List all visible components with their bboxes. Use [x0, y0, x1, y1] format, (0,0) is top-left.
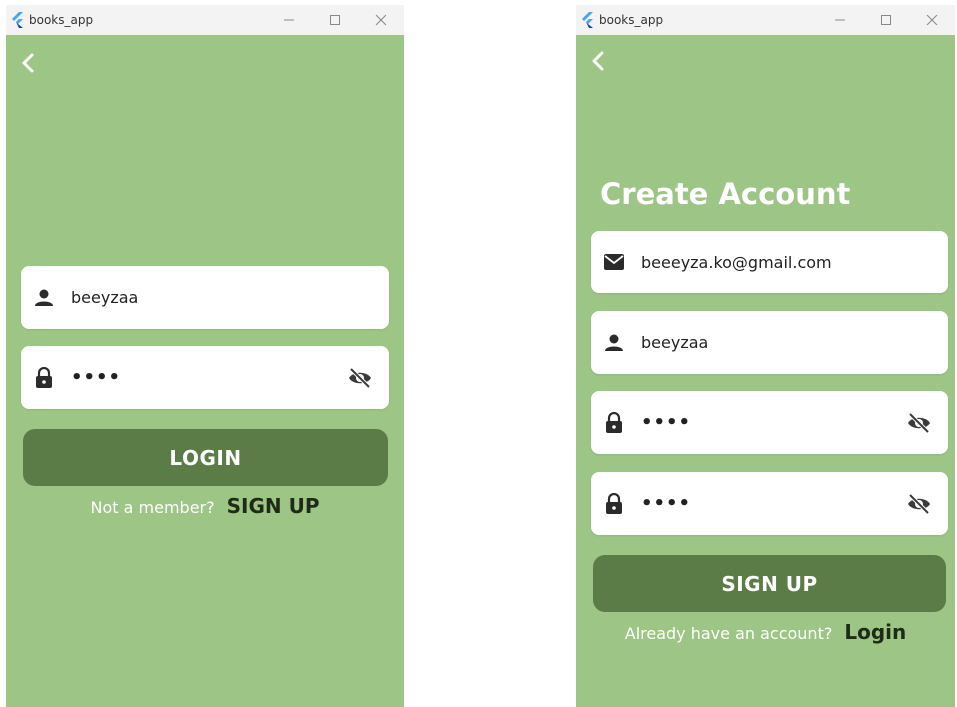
- login-window: books_app beeyzaa •••• LOGIN Not a membe…: [6, 5, 404, 707]
- signup-link[interactable]: SIGN UP: [227, 494, 320, 518]
- already-account-text: Already have an account?: [624, 624, 833, 643]
- password-field[interactable]: ••••: [591, 391, 948, 454]
- flutter-logo-icon: [10, 12, 26, 28]
- signup-prompt-row: Not a member? SIGN UP: [6, 494, 404, 518]
- username-value[interactable]: beeyzaa: [641, 333, 948, 352]
- person-icon: [603, 332, 625, 354]
- back-button[interactable]: [584, 47, 612, 75]
- login-prompt-row: Already have an account? Login: [576, 620, 955, 644]
- password-value[interactable]: ••••: [71, 367, 347, 388]
- password-field[interactable]: ••••: [21, 346, 389, 409]
- chevron-left-icon: [592, 51, 604, 71]
- login-button[interactable]: LOGIN: [23, 429, 388, 486]
- maximize-icon[interactable]: [312, 5, 358, 35]
- email-value[interactable]: beeeyza.ko@gmail.com: [641, 253, 948, 272]
- window-title: books_app: [29, 13, 94, 27]
- confirm-password-field[interactable]: ••••: [591, 472, 948, 535]
- email-field[interactable]: beeeyza.ko@gmail.com: [591, 231, 948, 293]
- page-title: Create Account: [600, 177, 851, 211]
- flutter-logo-icon: [580, 12, 596, 28]
- maximize-icon[interactable]: [863, 5, 909, 35]
- eye-off-icon[interactable]: [906, 491, 932, 517]
- lock-icon: [603, 411, 625, 434]
- mail-icon: [603, 251, 625, 273]
- login-link[interactable]: Login: [844, 620, 906, 644]
- window-title: books_app: [599, 13, 664, 27]
- title-bar[interactable]: books_app: [576, 5, 955, 35]
- eye-off-icon[interactable]: [347, 365, 373, 391]
- close-icon[interactable]: [909, 5, 955, 35]
- person-icon: [33, 287, 55, 309]
- back-button[interactable]: [14, 49, 42, 77]
- chevron-left-icon: [22, 53, 34, 73]
- title-bar[interactable]: books_app: [6, 5, 404, 35]
- password-value[interactable]: ••••: [641, 412, 906, 433]
- not-member-text: Not a member?: [90, 498, 215, 517]
- lock-icon: [33, 366, 55, 389]
- signup-window: books_app Create Account beeeyza.ko@gmai…: [576, 5, 955, 707]
- minimize-icon[interactable]: [266, 5, 312, 35]
- confirm-password-value[interactable]: ••••: [641, 493, 906, 514]
- eye-off-icon[interactable]: [906, 410, 932, 436]
- username-field[interactable]: beeyzaa: [591, 311, 948, 374]
- lock-icon: [603, 492, 625, 515]
- username-value[interactable]: beeyzaa: [71, 288, 389, 307]
- minimize-icon[interactable]: [817, 5, 863, 35]
- close-icon[interactable]: [358, 5, 404, 35]
- username-field[interactable]: beeyzaa: [21, 266, 389, 329]
- signup-button[interactable]: SIGN UP: [593, 555, 946, 612]
